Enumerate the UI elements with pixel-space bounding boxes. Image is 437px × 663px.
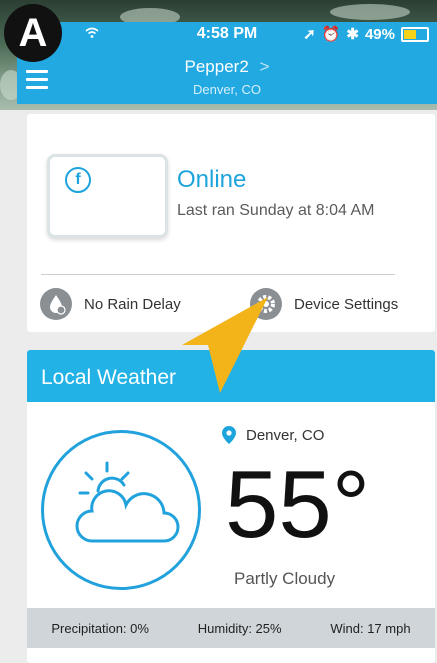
device-settings-label: Device Settings bbox=[294, 295, 399, 313]
rain-delay-icon bbox=[40, 288, 72, 320]
divider bbox=[41, 274, 395, 275]
annotation-arrow bbox=[182, 297, 268, 393]
alarm-icon: ⏰ bbox=[321, 26, 341, 43]
weather-condition: Partly Cloudy bbox=[234, 569, 336, 588]
bluetooth-icon: ✱ bbox=[346, 26, 359, 43]
battery-icon bbox=[401, 26, 429, 42]
precipitation-stat: Precipitation: 0% bbox=[51, 620, 149, 636]
location-arrow-icon: ➚ bbox=[303, 26, 316, 43]
device-settings-button[interactable]: Device Settings bbox=[250, 288, 398, 320]
weather-icon-frame bbox=[41, 430, 201, 590]
temperature: 55° bbox=[225, 451, 371, 558]
local-weather-card: Local Weather Denver, CO 55° Partly Clou… bbox=[27, 350, 435, 663]
status-indicators: ➚ ⏰ ✱ 49% bbox=[303, 25, 429, 43]
device-name-button[interactable]: Pepper2 > bbox=[17, 57, 437, 77]
weather-stats-bar: Precipitation: 0% Humidity: 25% Wind: 17… bbox=[27, 608, 435, 648]
rain-delay-label: No Rain Delay bbox=[84, 295, 181, 313]
weather-location: Denver, CO bbox=[222, 426, 324, 444]
rain-delay-button[interactable]: No Rain Delay bbox=[40, 288, 181, 320]
leaf-shape bbox=[330, 4, 410, 20]
annotation-badge: A bbox=[4, 4, 62, 62]
controller-image: f bbox=[47, 154, 168, 238]
humidity-stat: Humidity: 25% bbox=[197, 620, 282, 636]
status-label: Online bbox=[177, 166, 247, 193]
map-pin-icon bbox=[222, 426, 236, 444]
wind-stat: Wind: 17 mph bbox=[330, 620, 411, 636]
weather-location-label: Denver, CO bbox=[246, 426, 325, 444]
battery-percent: 49% bbox=[364, 25, 395, 43]
partly-cloudy-icon bbox=[75, 461, 180, 543]
rachio-logo-icon: f bbox=[65, 167, 91, 193]
last-ran-text: Last ran Sunday at 8:04 AM bbox=[177, 202, 375, 219]
device-location: Denver, CO bbox=[193, 82, 261, 97]
app-header: 4:58 PM ➚ ⏰ ✱ 49% Pepper2 > Denver, CO bbox=[17, 22, 437, 104]
chevron-right-icon: > bbox=[259, 57, 270, 76]
device-name: Pepper2 bbox=[184, 57, 249, 76]
